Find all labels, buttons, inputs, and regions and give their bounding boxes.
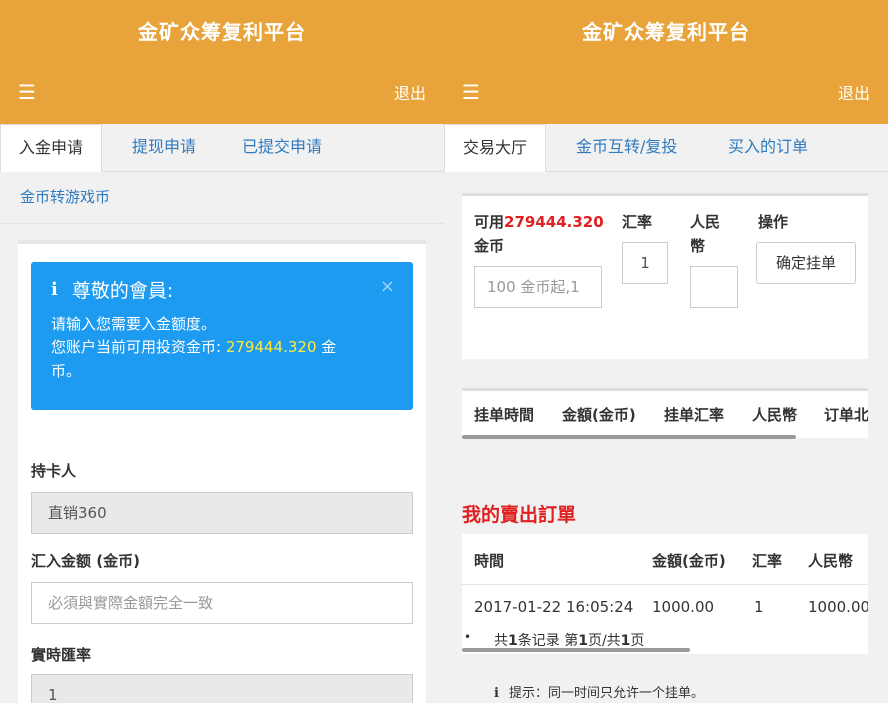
orders-header-rate: 汇率 — [752, 552, 783, 570]
pagination-text-3: 页/共 — [587, 633, 621, 649]
right-panel: 金矿众筹复利平台 ☰ 退出 交易大厅 金币互转/复投 买入的订单 可用27944… — [444, 0, 888, 703]
alert-line-3: 币。 — [51, 362, 82, 380]
rate-col-label: 汇率 — [622, 213, 653, 231]
rmb-col-label-1: 人民 — [690, 213, 721, 231]
hamburger-menu-icon[interactable]: ☰ — [18, 82, 36, 102]
my-orders-table: 時間 金額(金币) 汇率 人民幣 2017-01-22 16:05:24 100… — [462, 534, 868, 654]
cardholder-field[interactable]: 直销360 — [31, 492, 413, 534]
rmb-input[interactable] — [690, 266, 738, 308]
horizontal-scrollbar[interactable] — [462, 435, 796, 439]
app-title: 金矿众筹复利平台 — [138, 20, 306, 44]
app-title: 金矿众筹复利平台 — [582, 20, 750, 44]
tab-trading-hall[interactable]: 交易大厅 — [444, 124, 547, 172]
orders-header-amount: 金額(金币) — [652, 552, 726, 570]
market-table: 挂单時間 金額(金币) 挂单汇率 人民幣 订单北 — [462, 388, 868, 439]
amount-label: 汇入金额 (金币) — [31, 552, 140, 570]
logout-link[interactable]: 退出 — [838, 80, 870, 104]
my-sell-orders-title: 我的賣出訂單 — [462, 504, 577, 526]
left-panel: 金矿众筹复利平台 ☰ 退出 入金申请 提现申请 已提交申请 金币转游戏币 i 尊… — [0, 0, 444, 703]
sell-amount-input[interactable]: 100 金币起,1 — [474, 266, 602, 308]
logout-link[interactable]: 退出 — [394, 80, 426, 104]
sell-order-form: 可用279444.320 金币 汇率 人民 幣 操作 100 金币起,1 1 确… — [462, 193, 868, 359]
rmb-col-label-2: 幣 — [690, 237, 706, 255]
market-header-rmb: 人民幣 — [752, 406, 798, 424]
market-header-time: 挂单時間 — [474, 406, 535, 424]
pagination-text-1: 共 — [494, 633, 508, 649]
alert-line-1: 请输入您需要入金额度。 — [51, 315, 217, 333]
link-row: 金币转游戏币 — [0, 172, 444, 224]
info-icon: i — [494, 686, 499, 701]
tab-coin-transfer[interactable]: 金币互转/复投 — [558, 124, 695, 172]
pagination-text-4: 页 — [630, 633, 645, 649]
available-prefix: 可用 — [474, 213, 505, 231]
app-header: 金矿众筹复利平台 ☰ 退出 — [444, 0, 888, 124]
pagination-text-2: 条记录 第 — [517, 633, 579, 649]
bullet: • — [464, 630, 472, 644]
order-rmb: 1000.00 — [808, 598, 868, 616]
available-unit: 金币 — [474, 237, 505, 255]
pagination-pages: 1 — [620, 633, 631, 649]
order-rate: 1 — [754, 598, 764, 616]
table-divider — [462, 584, 868, 585]
amount-input[interactable]: 必須與實際金額完全一致 — [31, 582, 413, 624]
hamburger-menu-icon[interactable]: ☰ — [462, 82, 480, 102]
available-amount: 279444.320 — [504, 213, 604, 231]
order-amount: 1000.00 — [652, 598, 715, 616]
rate-input[interactable]: 1 — [622, 242, 668, 284]
tab-submitted-requests[interactable]: 已提交申请 — [224, 124, 340, 172]
cardholder-label: 持卡人 — [31, 462, 77, 480]
rate-field[interactable]: 1 — [31, 674, 413, 703]
tab-bar: 交易大厅 金币互转/复投 买入的订单 — [444, 124, 888, 172]
rate-label: 實時匯率 — [31, 646, 92, 664]
market-header-amount: 金額(金币) — [562, 406, 636, 424]
confirm-order-button[interactable]: 确定挂单 — [756, 242, 856, 284]
alert-heading: 尊敬的會員: — [71, 280, 174, 302]
app-header: 金矿众筹复利平台 ☰ 退出 — [0, 0, 444, 124]
tab-withdraw-request[interactable]: 提现申请 — [114, 124, 214, 172]
orders-header-time: 時間 — [474, 552, 505, 570]
tab-bar: 入金申请 提现申请 已提交申请 — [0, 124, 444, 172]
orders-header-rmb: 人民幣 — [808, 552, 854, 570]
pagination-total: 1 — [508, 633, 518, 649]
market-header-order: 订单北 — [824, 406, 868, 424]
tip-text: 提示：同一时间只允许一个挂单。 — [508, 686, 704, 701]
coin-to-game-link[interactable]: 金币转游戏币 — [20, 188, 110, 206]
tab-bought-orders[interactable]: 买入的订单 — [710, 124, 826, 172]
market-header-rate: 挂单汇率 — [664, 406, 725, 424]
alert-line-2-prefix: 您账户当前可用投资金币: — [51, 338, 226, 356]
pagination-current: 1 — [578, 633, 588, 649]
alert-line-2: 您账户当前可用投资金币: 279444.320 金 — [51, 335, 393, 359]
action-col-label: 操作 — [758, 213, 789, 231]
horizontal-scrollbar[interactable] — [462, 648, 690, 652]
available-coins-amount: 279444.320 — [225, 338, 317, 356]
info-alert: i 尊敬的會員: × 请输入您需要入金额度。 您账户当前可用投资金币: 2794… — [31, 262, 413, 410]
alert-heading-row: i 尊敬的會員: — [51, 276, 393, 303]
alert-line-2-suffix: 金 — [316, 338, 337, 356]
info-icon: i — [51, 279, 58, 300]
tip-row: i 提示：同一时间只允许一个挂单。 — [494, 682, 704, 701]
close-icon[interactable]: × — [380, 276, 395, 297]
order-time: 2017-01-22 16:05:24 — [474, 598, 634, 616]
available-label: 可用279444.320 — [474, 210, 604, 234]
deposit-form-card: i 尊敬的會員: × 请输入您需要入金额度。 您账户当前可用投资金币: 2794… — [18, 240, 426, 703]
pagination-info: 共1条记录 第1页/共1页 — [494, 630, 644, 650]
tab-deposit-request[interactable]: 入金申请 — [0, 124, 103, 172]
